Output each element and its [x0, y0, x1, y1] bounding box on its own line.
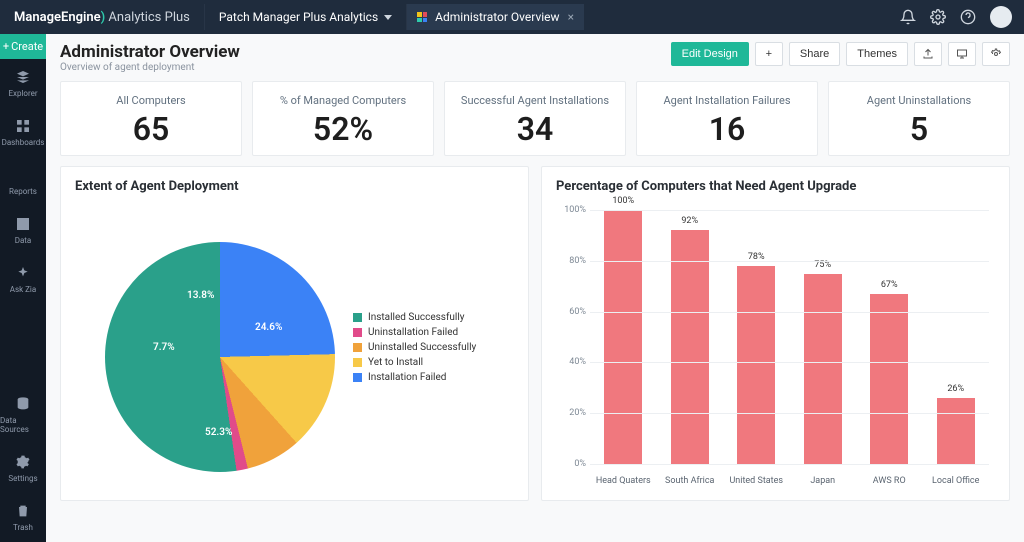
kpi-install-failures: Agent Installation Failures16	[636, 81, 818, 156]
x-axis-label: AWS RO	[861, 476, 917, 486]
bar-value-label: 100%	[612, 196, 634, 206]
legend-swatch	[353, 328, 362, 337]
bar-column: 67%	[861, 210, 917, 464]
bar-value-label: 92%	[681, 216, 698, 226]
plus-icon: +	[3, 40, 9, 53]
sidebar-item-data-sources[interactable]: Data Sources	[0, 386, 46, 444]
bar: 26%	[937, 398, 975, 464]
legend-swatch	[353, 358, 362, 367]
x-axis-label: United States	[728, 476, 784, 486]
close-icon[interactable]: ×	[568, 10, 574, 24]
bar-value-label: 26%	[947, 384, 964, 394]
brand-product: Analytics Plus	[108, 10, 189, 25]
panel-bar: Percentage of Computers that Need Agent …	[541, 166, 1010, 501]
tab-administrator-overview[interactable]: Administrator Overview ×	[407, 4, 585, 30]
sidebar-item-dashboards[interactable]: Dashboards	[0, 108, 46, 157]
pie-title: Extent of Agent Deployment	[75, 179, 514, 194]
present-button[interactable]	[948, 42, 976, 66]
bar-column: 78%	[728, 210, 784, 464]
kpi-row: All Computers65 % of Managed Computers52…	[60, 81, 1010, 156]
tab-label: Administrator Overview	[435, 10, 559, 24]
bar: 100%	[604, 210, 642, 464]
gridline: 80%	[590, 261, 989, 262]
bar: 78%	[737, 266, 775, 464]
bar: 75%	[804, 274, 842, 465]
page-header: Administrator Overview Overview of agent…	[60, 42, 1010, 73]
x-axis-label: Local Office	[928, 476, 984, 486]
pie-chart: 24.6% 13.8% 7.7% 52.3%	[105, 242, 335, 472]
page-title: Administrator Overview	[60, 42, 240, 62]
brand-manageengine: ManageEngine	[14, 10, 101, 25]
legend-swatch	[353, 373, 362, 382]
themes-button[interactable]: Themes	[846, 42, 908, 66]
legend-item: Yet to Install	[353, 355, 476, 370]
x-axis-label: Head Quaters	[595, 476, 651, 486]
help-icon[interactable]	[960, 9, 976, 25]
legend-item: Installation Failed	[353, 370, 476, 385]
pie-slice-label: 13.8%	[187, 290, 214, 301]
pie-slice-label: 7.7%	[153, 342, 175, 353]
brand-paren-icon: )	[101, 10, 106, 25]
bar-title: Percentage of Computers that Need Agent …	[556, 179, 995, 194]
legend-swatch	[353, 343, 362, 352]
workspace-selector[interactable]: Patch Manager Plus Analytics	[204, 4, 407, 30]
bar: 67%	[870, 294, 908, 464]
settings-button[interactable]	[982, 42, 1010, 66]
bar-column: 100%	[595, 210, 651, 464]
top-bar: ManageEngine) Analytics Plus Patch Manag…	[0, 0, 1024, 34]
create-button[interactable]: +Create	[0, 34, 46, 59]
sidebar-item-reports[interactable]: Reports	[0, 157, 46, 206]
edit-design-button[interactable]: Edit Design	[671, 42, 749, 66]
pie-slice-label: 52.3%	[205, 427, 232, 438]
page-subtitle: Overview of agent deployment	[60, 62, 240, 73]
gear-icon[interactable]	[930, 9, 946, 25]
gridline: 40%	[590, 362, 989, 363]
brand: ManageEngine) Analytics Plus	[0, 10, 204, 25]
bar-column: 75%	[795, 210, 851, 464]
bar-chart: 100%92%78%75%67%26% 0%20%40%60%80%100% H…	[556, 202, 995, 492]
gridline: 60%	[590, 312, 989, 313]
kpi-successful-installs: Successful Agent Installations34	[444, 81, 626, 156]
bar-value-label: 67%	[881, 280, 898, 290]
pie-slice-label: 24.6%	[255, 322, 282, 333]
bar-column: 26%	[928, 210, 984, 464]
gridline: 100%	[590, 210, 989, 211]
main-content: Administrator Overview Overview of agent…	[46, 34, 1024, 542]
sidebar-item-data[interactable]: Data	[0, 206, 46, 255]
pie-legend: Installed SuccessfullyUninstallation Fai…	[353, 310, 476, 385]
legend-swatch	[353, 313, 362, 322]
sidebar-item-explorer[interactable]: Explorer	[0, 59, 46, 108]
kpi-uninstallations: Agent Uninstallations5	[828, 81, 1010, 156]
x-axis-label: Japan	[795, 476, 851, 486]
add-button[interactable]: +	[755, 42, 783, 66]
legend-item: Uninstalled Successfully	[353, 340, 476, 355]
share-button[interactable]: Share	[789, 42, 840, 66]
bell-icon[interactable]	[900, 9, 916, 25]
sidebar-item-trash[interactable]: Trash	[0, 493, 46, 542]
chevron-down-icon	[384, 15, 392, 20]
sidebar-item-settings[interactable]: Settings	[0, 444, 46, 493]
kpi-managed-percent: % of Managed Computers52%	[252, 81, 434, 156]
sidebar-item-ask-zia[interactable]: Ask Zia	[0, 255, 46, 304]
gridline: 0%	[590, 464, 989, 465]
dashboard-icon	[417, 12, 427, 22]
bar-column: 92%	[662, 210, 718, 464]
panel-pie: Extent of Agent Deployment 24.6% 13.8% 7.7…	[60, 166, 529, 501]
topbar-actions	[900, 6, 1024, 28]
workspace-name: Patch Manager Plus Analytics	[219, 10, 378, 24]
header-actions: Edit Design + Share Themes	[671, 42, 1010, 66]
sidebar: +Create Explorer Dashboards Reports Data…	[0, 34, 46, 542]
chart-panels: Extent of Agent Deployment 24.6% 13.8% 7.7…	[60, 166, 1010, 501]
legend-item: Uninstallation Failed	[353, 325, 476, 340]
kpi-all-computers: All Computers65	[60, 81, 242, 156]
gridline: 20%	[590, 413, 989, 414]
bar: 92%	[671, 230, 709, 464]
export-button[interactable]	[914, 42, 942, 66]
x-axis-label: South Africa	[662, 476, 718, 486]
avatar[interactable]	[990, 6, 1012, 28]
legend-item: Installed Successfully	[353, 310, 476, 325]
